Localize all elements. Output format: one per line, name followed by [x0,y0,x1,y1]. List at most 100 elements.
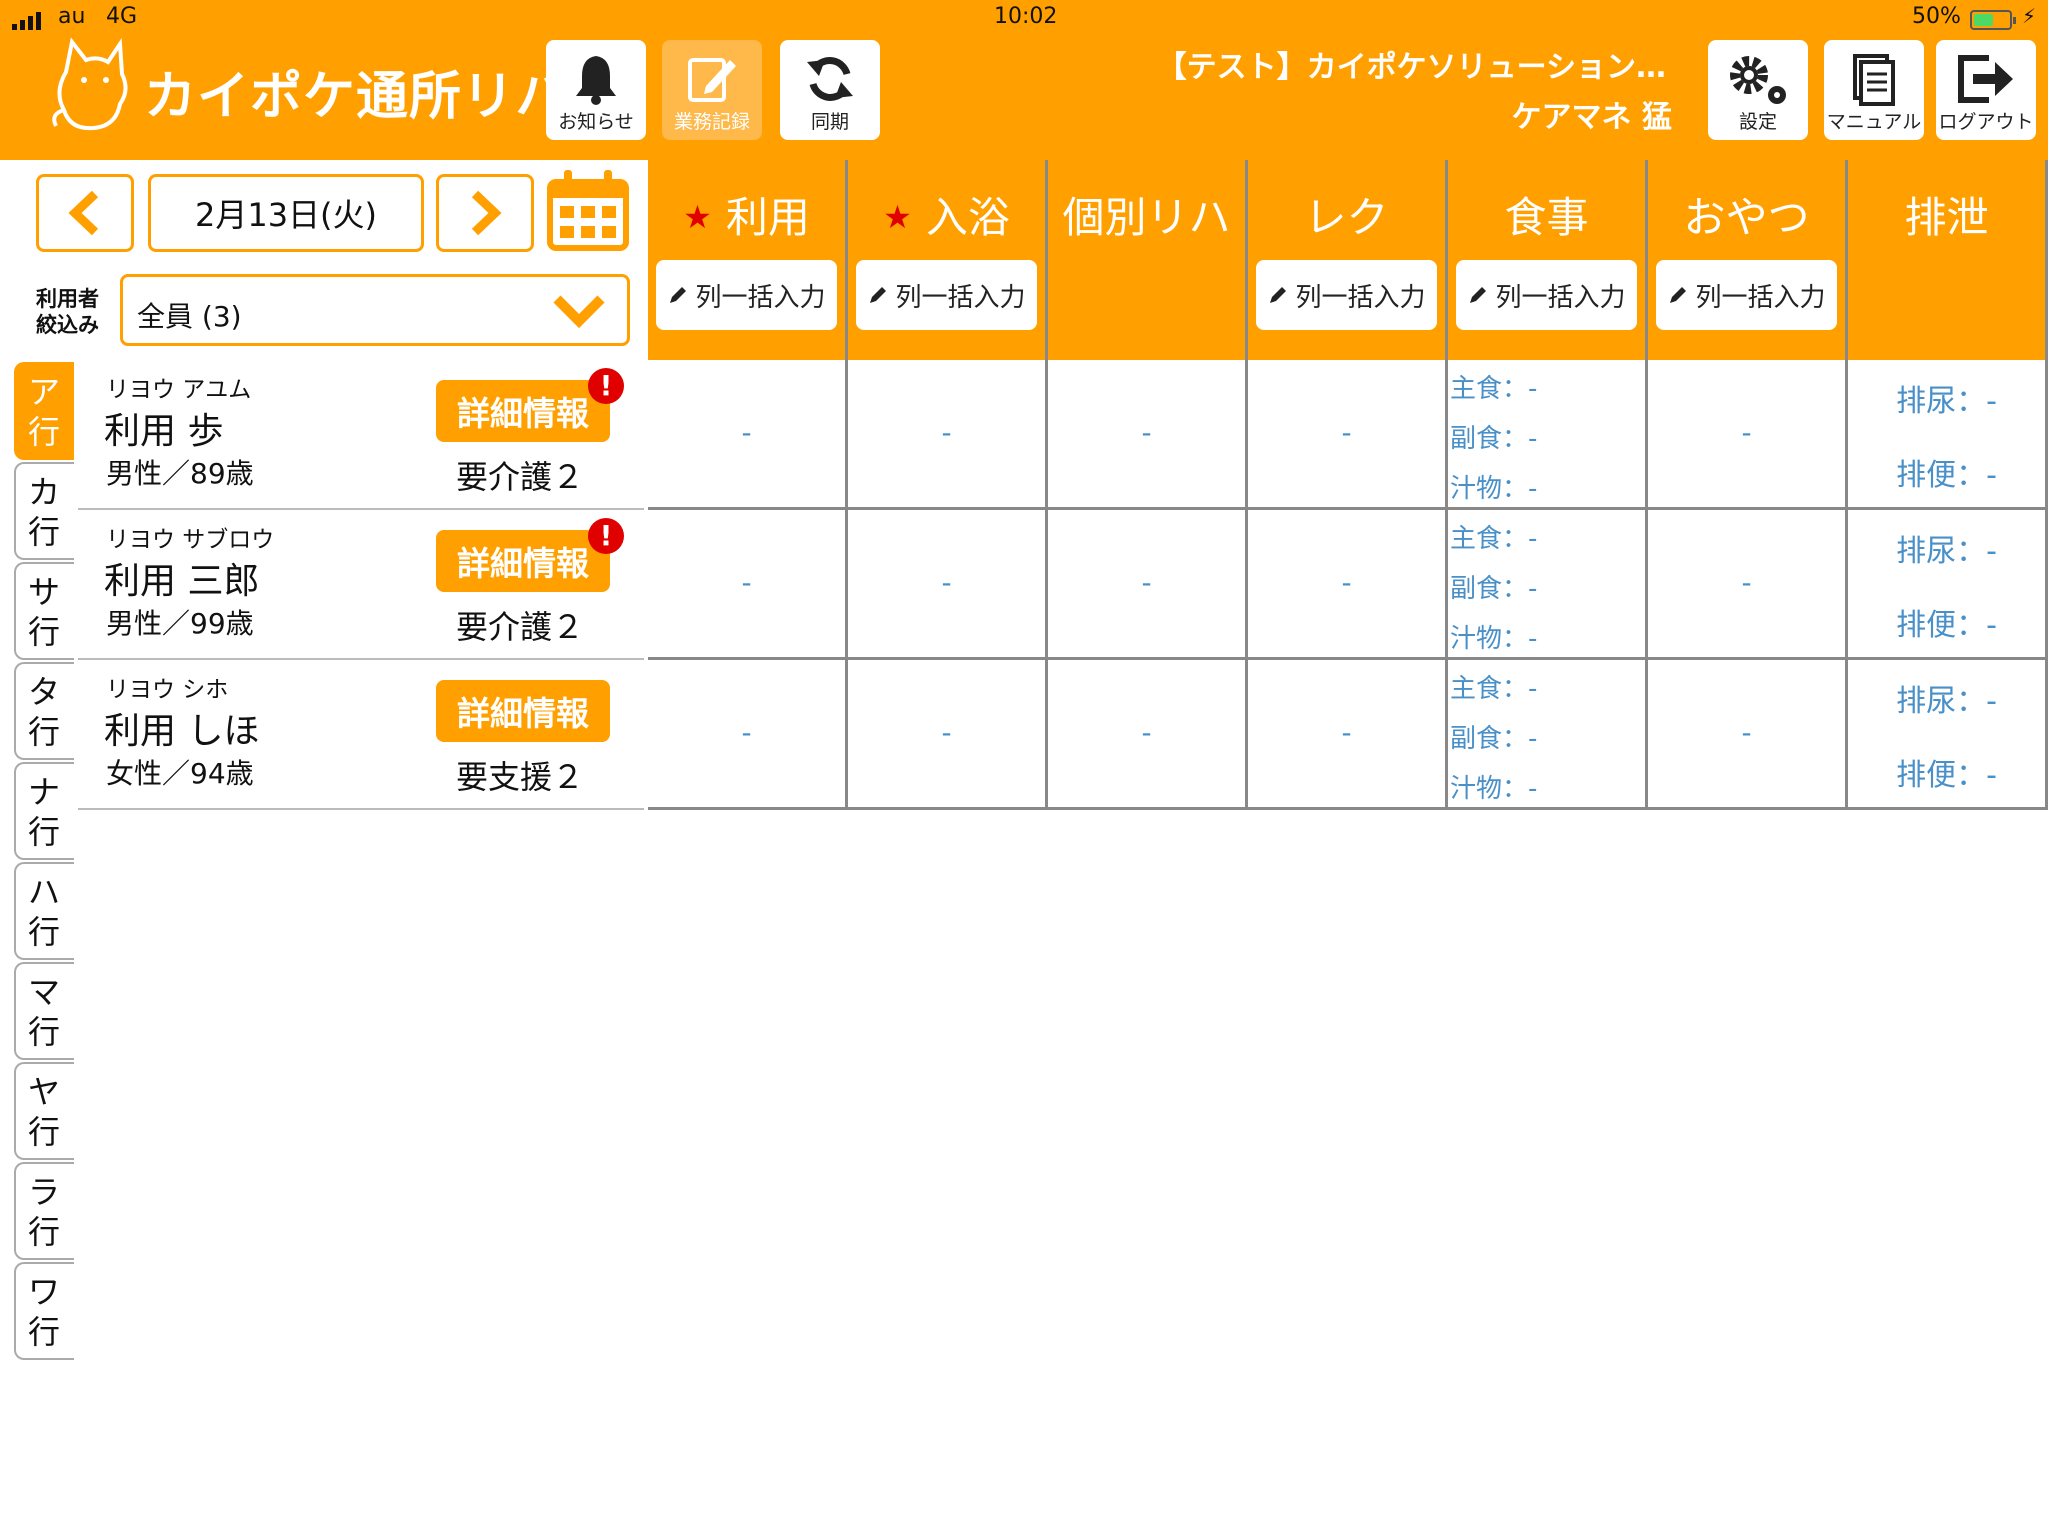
grid-cell[interactable]: - [648,660,848,810]
patient-row: リヨウ アユム 利用 歩男性／89歳 詳細情報! 要介護２ [78,360,644,510]
next-date-button[interactable] [436,174,534,252]
empty-value: - [941,566,952,599]
grid-cell[interactable]: 主食：- 副食：- 汁物：- [1448,660,1648,810]
pencil-icon [870,287,887,303]
alert-badge-icon: ! [588,368,624,404]
meal-value: 主食：- [1450,674,1538,704]
grid-cell[interactable]: - [1248,660,1448,810]
filter-value: 全員 (3) [137,300,242,333]
patient-row: リヨウ サブロウ 利用 三郎 男性／99歳 詳細情報! 要介護２ [78,510,644,660]
excretion-value: 排尿：- [1896,684,1997,719]
sync-button[interactable]: 同期 [780,40,880,140]
empty-value: - [741,416,752,449]
grid-cell[interactable]: - [1048,360,1248,510]
column-title-wrap: おやつ [1648,184,1845,245]
column-title: おやつ [1683,193,1810,242]
detail-info-button[interactable]: 詳細情報 [436,380,610,442]
care-level: 要介護２ [456,608,585,646]
date-display[interactable]: 2月13日(火) [148,174,424,252]
grid-cell[interactable]: 排尿：- 排便：- [1848,660,2048,810]
kana-tab-label: マ行 [27,973,60,1051]
grid-cell[interactable]: - [848,510,1048,660]
network: 4G [106,4,138,29]
grid-cell[interactable]: - [1648,510,1848,660]
empty-value: - [741,566,752,599]
gear-icon [1730,56,1786,104]
bulk-input-button[interactable]: 列一括入力 [1456,260,1637,330]
bulk-input-label: 列一括入力 [1495,282,1626,313]
grid-cell[interactable]: - [648,510,848,660]
care-level: 要支援２ [456,758,585,796]
kana-tab-4[interactable]: ナ行 [14,762,74,860]
settings-button[interactable]: 設定 [1708,40,1808,140]
logout-button[interactable]: ログアウト [1936,40,2036,140]
care-level: 要介護２ [456,458,585,496]
empty-value: - [1741,416,1752,449]
empty-value: - [1141,416,1152,449]
grid-cell[interactable]: 主食：- 副食：- 汁物：- [1448,510,1648,660]
battery-percent: 50% [1912,4,1961,29]
kana-tab-3[interactable]: タ行 [14,662,74,760]
patient-filter-select[interactable]: 全員 (3) [120,274,630,346]
grid-cell[interactable]: 排尿：- 排便：- [1848,510,2048,660]
kana-tab-label: タ行 [27,673,60,751]
bulk-input-button[interactable]: 列一括入力 [656,260,837,330]
kana-tab-7[interactable]: ヤ行 [14,1062,74,1160]
column-title-wrap: 排泄 [1848,184,2045,245]
chevron-right-icon [471,190,502,236]
record-button[interactable]: 業務記録 [662,40,762,140]
notice-button[interactable]: お知らせ [546,40,646,140]
column-title-wrap: 個別リハ [1048,184,1245,245]
grid-cell[interactable]: - [848,660,1048,810]
grid-cell[interactable]: 主食：- 副食：- 汁物：- [1448,360,1648,510]
bulk-input-button[interactable]: 列一括入力 [856,260,1037,330]
column-header-1: ★ 入浴 列一括入力 [848,160,1048,360]
grid-cell[interactable]: - [1248,510,1448,660]
app-header: au 4G 10:02 50% ⚡ カイポケ通所リハ お知らせ 業務記録 同期 … [0,0,2048,160]
column-header-2: 個別リハ [1048,160,1248,360]
column-title-wrap: 食事 [1448,184,1645,245]
kana-tab-1[interactable]: カ行 [14,462,74,560]
chevron-down-icon [553,295,605,329]
calendar-icon[interactable] [546,168,630,252]
required-star-icon: ★ [683,198,712,236]
kana-tab-2[interactable]: サ行 [14,562,74,660]
grid-cell[interactable]: - [1648,660,1848,810]
record-label: 業務記録 [673,111,750,133]
kana-tab-6[interactable]: マ行 [14,962,74,1060]
bell-icon [576,56,616,105]
meal-value: 副食：- [1450,724,1538,754]
kana-tab-8[interactable]: ラ行 [14,1162,74,1260]
grid-cell[interactable]: 排尿：- 排便：- [1848,360,2048,510]
facility-name: 【テスト】カイポケソリューション… [1156,50,1666,85]
bulk-input-label: 列一括入力 [1295,282,1426,313]
settings-label: 設定 [1738,111,1777,133]
required-star-icon: ★ [883,198,912,236]
grid-cell[interactable]: - [648,360,848,510]
meal-value: 汁物：- [1450,474,1538,504]
empty-value: - [1341,566,1352,599]
bulk-input-button[interactable]: 列一括入力 [1656,260,1837,330]
detail-info-button[interactable]: 詳細情報 [436,680,610,742]
meal-value: 主食：- [1450,374,1538,404]
bulk-input-button[interactable]: 列一括入力 [1256,260,1437,330]
grid-cell[interactable]: - [1248,360,1448,510]
grid-cell[interactable]: - [1048,510,1248,660]
prev-date-button[interactable] [36,174,134,252]
manual-button[interactable]: マニュアル [1824,40,1924,140]
kana-tab-5[interactable]: ハ行 [14,862,74,960]
patient-kana: リヨウ サブロウ [106,527,275,553]
carrier: au [58,4,86,29]
kana-tab-9[interactable]: ワ行 [14,1262,74,1360]
grid-cell[interactable]: - [848,360,1048,510]
charging-icon: ⚡ [2022,4,2037,28]
patient-gender-age: 男性／99歳 [106,607,254,640]
detail-info-button[interactable]: 詳細情報 [436,530,610,592]
pencil-icon [670,287,687,303]
grid-cell[interactable]: - [1048,660,1248,810]
column-title: レク [1304,193,1389,242]
kana-tab-0[interactable]: ア行 [14,362,74,460]
grid-cell[interactable]: - [1648,360,1848,510]
empty-value: - [741,716,752,749]
excretion-value: 排便：- [1896,608,1997,643]
